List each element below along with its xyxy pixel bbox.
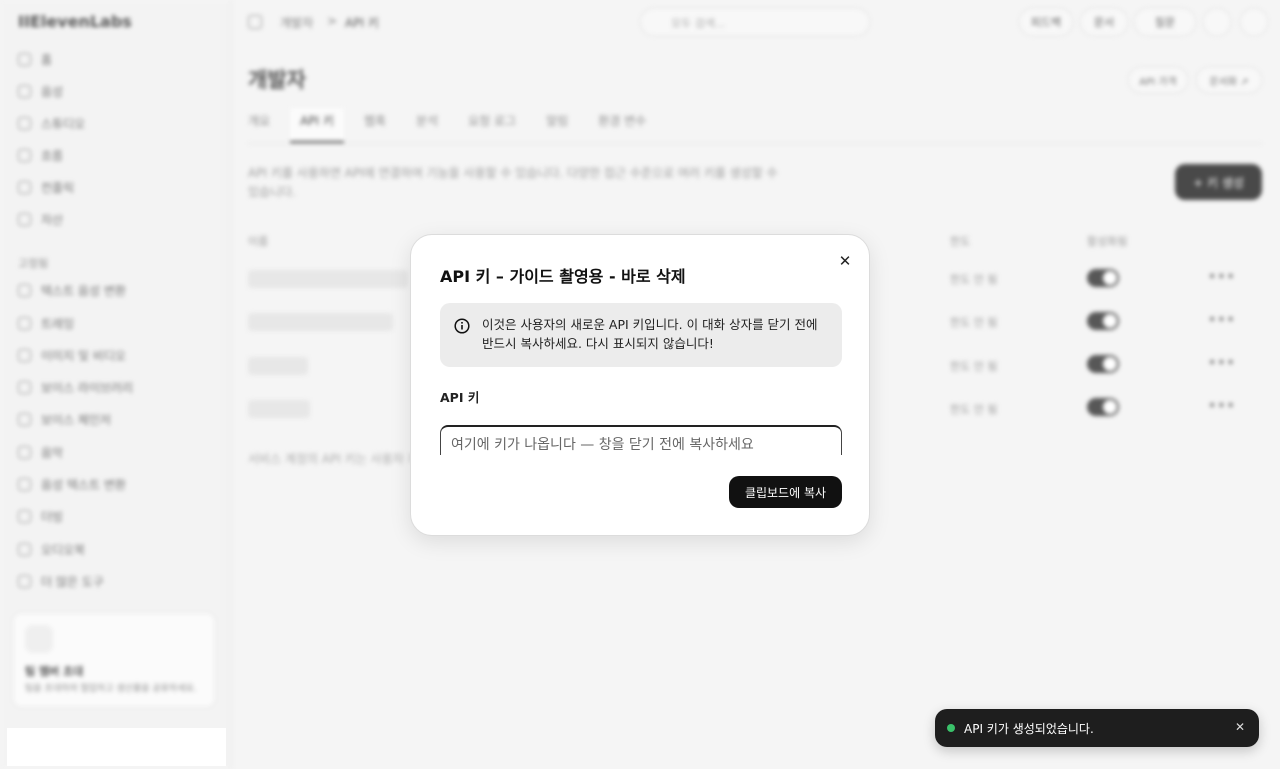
copy-to-clipboard-button[interactable]: 클립보드에 복사 xyxy=(729,476,842,508)
notice-box: 이것은 사용자의 새로운 API 키입니다. 이 대화 상자를 닫기 전에 반드… xyxy=(440,303,842,367)
api-key-label: API 키 xyxy=(440,390,480,405)
close-icon[interactable]: ✕ xyxy=(835,251,855,271)
info-icon xyxy=(454,318,470,334)
toast-notification: API 키가 생성되었습니다. ✕ xyxy=(935,709,1259,747)
notice-text: 이것은 사용자의 새로운 API 키입니다. 이 대화 상자를 닫기 전에 반드… xyxy=(482,317,818,351)
toast-message: API 키가 생성되었습니다. xyxy=(964,721,1094,736)
toast-close-icon[interactable]: ✕ xyxy=(1235,720,1245,734)
api-key-field[interactable] xyxy=(440,425,842,455)
success-dot-icon xyxy=(947,724,955,732)
dialog-title: API 키 – 가이드 촬영용 - 바로 삭제 xyxy=(440,267,686,286)
api-key-dialog: API 키 – 가이드 촬영용 - 바로 삭제 ✕ 이것은 사용자의 새로운 A… xyxy=(410,234,870,536)
